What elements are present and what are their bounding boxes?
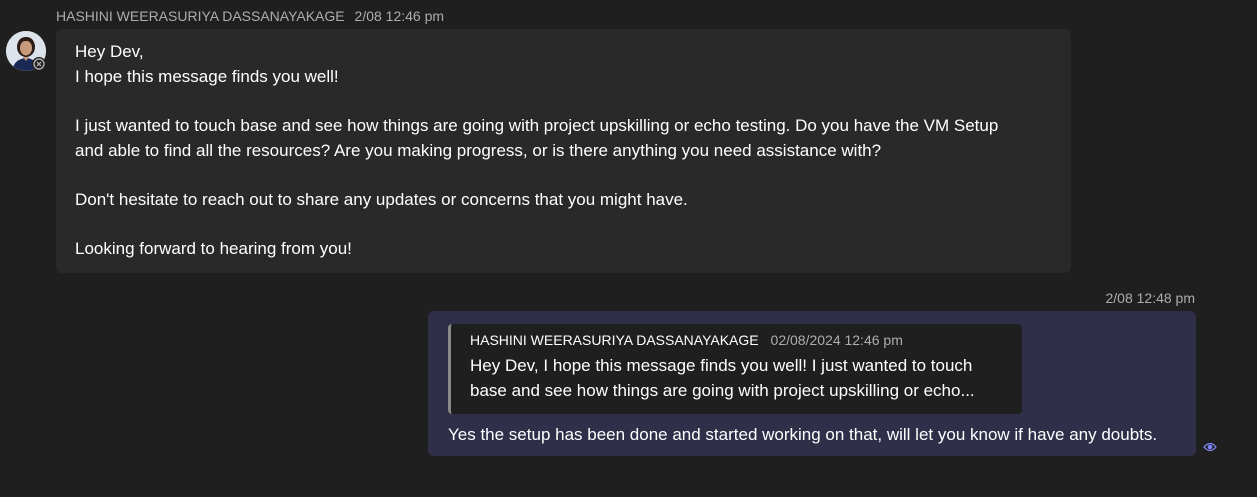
sender-name: HASHINI WEERASURIYA DASSANAYAKAGE <box>56 8 345 24</box>
outgoing-message[interactable]: HASHINI WEERASURIYA DASSANAYAKAGE 02/08/… <box>428 311 1196 456</box>
message-header: HASHINI WEERASURIYA DASSANAYAKAGE 2/08 1… <box>56 8 444 24</box>
offline-status-icon <box>32 57 46 71</box>
message-timestamp: 2/08 12:46 pm <box>354 8 445 24</box>
quote-header: HASHINI WEERASURIYA DASSANAYAKAGE 02/08/… <box>470 332 1022 348</box>
message-line: and able to find all the resources? Are … <box>75 141 882 160</box>
message-line: I just wanted to touch base and see how … <box>75 116 999 135</box>
message-line: Looking forward to hearing from you! <box>75 239 352 258</box>
message-line: Hey Dev, <box>75 42 144 61</box>
message-line: Don't hesitate to reach out to share any… <box>75 190 688 209</box>
quoted-message[interactable]: HASHINI WEERASURIYA DASSANAYAKAGE 02/08/… <box>448 324 1022 414</box>
message-timestamp: 2/08 12:48 pm <box>1105 290 1195 306</box>
incoming-message[interactable]: Hey Dev, I hope this message finds you w… <box>56 29 1071 273</box>
quote-sender: HASHINI WEERASURIYA DASSANAYAKAGE <box>470 332 759 348</box>
reply-text: Yes the setup has been done and started … <box>448 425 1158 444</box>
message-line: I hope this message finds you well! <box>75 67 339 86</box>
seen-eye-icon <box>1203 440 1217 452</box>
chat-view: HASHINI WEERASURIYA DASSANAYAKAGE 2/08 1… <box>0 0 1257 497</box>
quote-text: Hey Dev, I hope this message finds you w… <box>470 356 975 400</box>
quote-timestamp: 02/08/2024 12:46 pm <box>770 332 903 348</box>
